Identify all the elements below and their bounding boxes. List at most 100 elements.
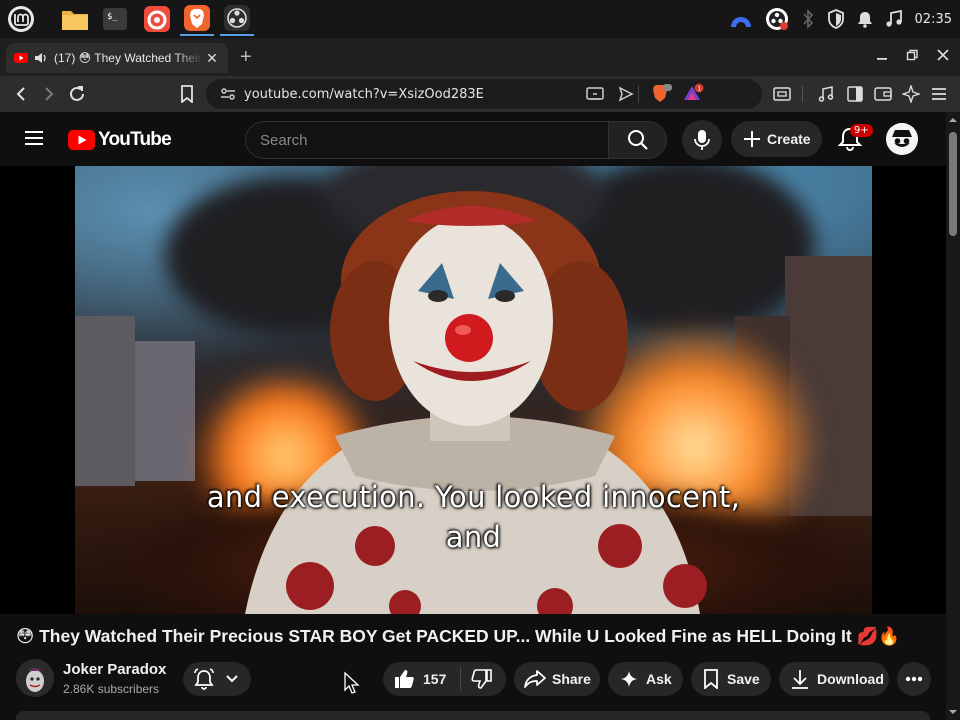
mouse-cursor-icon: [344, 671, 360, 694]
video-title-text: 😳 They Watched Their Precious STAR BOY G…: [16, 626, 901, 646]
bookmark-icon[interactable]: [175, 83, 199, 105]
send-icon[interactable]: [618, 86, 634, 106]
new-tab-button[interactable]: +: [240, 47, 252, 67]
download-label: Download: [817, 671, 884, 687]
brave-rewards-icon[interactable]: 1: [682, 83, 704, 107]
scroll-up-arrow-icon[interactable]: [946, 114, 960, 126]
mint-menu-button[interactable]: [4, 2, 38, 36]
search-input[interactable]: Search: [245, 121, 608, 159]
incognito-avatar-icon: [886, 123, 918, 155]
close-window-icon[interactable]: [937, 48, 949, 65]
site-settings-icon[interactable]: [220, 86, 236, 106]
music-icon[interactable]: [814, 83, 838, 105]
subscription-bell-button[interactable]: [183, 662, 251, 696]
search-placeholder: Search: [260, 131, 308, 149]
save-label: Save: [727, 671, 760, 687]
more-horizontal-icon: [905, 676, 923, 682]
ask-label: Ask: [646, 671, 672, 687]
video-frame[interactable]: and execution. You looked innocent, and: [75, 166, 872, 614]
plus-icon: [744, 131, 760, 147]
menu-icon[interactable]: [927, 83, 951, 105]
create-button[interactable]: Create: [731, 121, 822, 157]
url-text[interactable]: youtube.com/watch?v=XsizOod283E: [244, 87, 484, 102]
caption-line-1: and execution. You looked innocent,: [206, 480, 741, 514]
youtube-logo-text: YouTube: [98, 129, 172, 150]
sidebar-icon[interactable]: [843, 83, 867, 105]
bell-ringing-icon: [194, 668, 214, 690]
forward-icon[interactable]: [37, 83, 61, 105]
microphone-icon: [694, 130, 710, 150]
tab-strip: (17) 😳 They Watched Their Precious STAR …: [0, 38, 960, 76]
notifications-icon[interactable]: [857, 10, 873, 28]
tab-youtube[interactable]: (17) 😳 They Watched Their Precious STAR …: [6, 43, 228, 73]
notification-count-badge: 9+: [850, 124, 873, 137]
share-button[interactable]: Share: [514, 662, 600, 696]
toolbar-divider: [802, 86, 803, 102]
obs-tray-icon[interactable]: [765, 7, 789, 31]
video-player[interactable]: and execution. You looked innocent, and: [0, 166, 946, 614]
dislike-button[interactable]: [471, 668, 493, 690]
firefox-app-button[interactable]: [140, 2, 174, 36]
ask-button[interactable]: Ask: [608, 662, 683, 696]
search-button[interactable]: [608, 121, 667, 159]
like-count: 157: [423, 671, 447, 687]
address-bar[interactable]: youtube.com/watch?v=XsizOod283E 1: [206, 79, 762, 109]
more-actions-button[interactable]: [897, 662, 931, 696]
cast-icon[interactable]: [586, 86, 604, 106]
clock[interactable]: 02:35: [915, 12, 952, 27]
obs-app-button[interactable]: [220, 2, 254, 36]
obs-icon: [224, 5, 250, 31]
mint-logo-icon: [8, 6, 34, 32]
account-avatar[interactable]: [886, 123, 918, 155]
description-box-top[interactable]: [16, 711, 930, 720]
wallet-icon[interactable]: [871, 83, 895, 105]
folder-icon: [62, 11, 88, 30]
thumbs-up-icon: [395, 670, 414, 688]
search-icon: [627, 130, 648, 150]
chevron-down-icon: [226, 675, 238, 683]
tab-close-icon[interactable]: ✕: [204, 50, 220, 66]
brave-app-button[interactable]: [180, 2, 214, 36]
scroll-down-arrow-icon[interactable]: [946, 706, 960, 718]
brave-shields-icon[interactable]: [650, 84, 672, 108]
reload-icon[interactable]: [65, 83, 89, 105]
svg-text:1: 1: [697, 85, 701, 93]
screenshot-icon[interactable]: [770, 83, 794, 105]
youtube-logo[interactable]: YouTube: [68, 129, 172, 151]
terminal-app-button[interactable]: $_: [98, 2, 132, 36]
tab-title: (17) 😳 They Watched Their Precious STAR …: [54, 51, 204, 65]
restore-icon[interactable]: [906, 48, 918, 65]
channel-avatar[interactable]: [16, 659, 54, 697]
guide-menu-icon[interactable]: [24, 130, 44, 151]
save-button[interactable]: Save: [691, 662, 771, 696]
voice-search-button[interactable]: [682, 120, 722, 160]
browser-toolbar: youtube.com/watch?v=XsizOod283E 1: [0, 76, 960, 112]
sparkle-icon: [621, 671, 637, 687]
svg-text:$_: $_: [107, 12, 118, 22]
channel-name[interactable]: Joker Paradox: [63, 661, 166, 678]
joker-avatar-icon: [16, 659, 54, 697]
share-icon: [524, 670, 546, 688]
youtube-favicon-icon: [14, 53, 28, 63]
share-label: Share: [552, 671, 591, 687]
bluetooth-icon[interactable]: [801, 9, 815, 29]
subscriber-count: 2.86K subscribers: [63, 682, 160, 696]
brave-icon: [184, 5, 210, 31]
speaker-icon[interactable]: [34, 52, 48, 64]
omnibox-divider: [638, 85, 639, 103]
scrollbar-thumb[interactable]: [949, 132, 957, 236]
media-icon[interactable]: [885, 10, 903, 28]
minimize-icon[interactable]: [876, 48, 888, 65]
create-label: Create: [767, 131, 811, 147]
leo-ai-icon[interactable]: [899, 83, 923, 105]
page-scrollbar[interactable]: [946, 112, 960, 720]
thumbs-down-icon: [471, 669, 493, 689]
back-icon[interactable]: [9, 83, 33, 105]
shield-icon[interactable]: [827, 9, 845, 29]
files-app-button[interactable]: [58, 2, 92, 36]
vpn-icon[interactable]: [729, 9, 753, 29]
download-button[interactable]: Download: [779, 662, 889, 696]
firefox-icon: [144, 6, 170, 32]
like-button[interactable]: 157: [393, 668, 446, 690]
download-icon: [792, 670, 808, 689]
